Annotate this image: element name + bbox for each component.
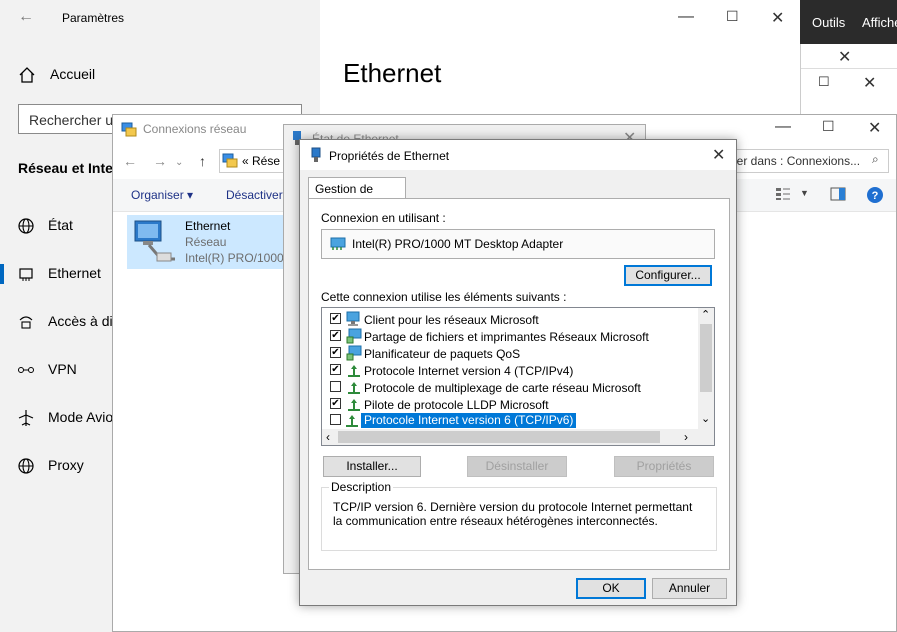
service-icon (346, 345, 362, 361)
description-title: Description (329, 480, 394, 494)
search-icon: ⌕ (872, 152, 879, 166)
settings-title: Paramètres (62, 11, 125, 25)
list-item[interactable]: ✔ Client pour les réseaux Microsoft (322, 311, 698, 328)
components-list[interactable]: ✔ Client pour les réseaux Microsoft ✔ Pa… (321, 307, 715, 446)
list-item[interactable]: Protocole de multiplexage de carte résea… (322, 379, 698, 396)
selection-indicator (0, 264, 4, 284)
protocol-icon (346, 396, 362, 412)
back-nav-icon[interactable]: ← (123, 153, 137, 169)
forward-nav-icon[interactable]: → (153, 153, 167, 169)
horizontal-scrollbar[interactable]: ‹ › (322, 429, 698, 445)
maximize-icon[interactable]: ☐ (822, 118, 835, 135)
minimize-icon[interactable]: — (678, 8, 694, 26)
menu-affichage[interactable]: Affiche (862, 15, 897, 30)
airplane-icon (17, 409, 35, 427)
protocol-icon (344, 412, 360, 428)
list-item[interactable]: ✔ Pilote de protocole LLDP Microsoft (322, 396, 698, 413)
checkbox[interactable]: ✔ (330, 364, 341, 375)
checkbox[interactable]: ✔ (330, 398, 341, 409)
chevron-up-icon[interactable]: ⌃ (701, 308, 710, 321)
globe-icon (17, 217, 35, 235)
close-icon[interactable]: ✕ (868, 118, 881, 138)
maximize-icon[interactable]: ☐ (726, 8, 739, 25)
properties-button[interactable]: Propriétés (614, 456, 714, 477)
adapter-field: Intel(R) PRO/1000 MT Desktop Adapter (321, 229, 715, 259)
checkbox[interactable] (330, 381, 341, 392)
chevron-left-icon[interactable]: ‹ (326, 430, 330, 444)
minimize-icon[interactable]: — (775, 118, 791, 136)
configure-button[interactable]: Configurer... (624, 265, 712, 286)
preview-pane-icon[interactable] (830, 187, 846, 201)
svg-text:?: ? (872, 190, 879, 202)
chevron-right-icon[interactable]: › (684, 430, 688, 444)
vertical-scrollbar[interactable]: ⌃ ⌄ (698, 308, 714, 429)
items-label: Cette connexion utilise les éléments sui… (321, 290, 567, 304)
section-title: Réseau et Inter (18, 160, 119, 176)
network-folder-icon (121, 121, 137, 137)
tab-networking[interactable]: Gestion de réseau (308, 177, 406, 210)
ethernet-properties-dialog: Propriétés de Ethernet ✕ Gestion de rése… (299, 139, 737, 606)
back-arrow-icon[interactable]: ← (18, 8, 34, 26)
close-icon[interactable]: ✕ (712, 145, 725, 165)
scroll-thumb[interactable] (338, 431, 660, 443)
menu-outils[interactable]: Outils (812, 15, 845, 30)
chevron-down-icon[interactable]: ⌄ (175, 157, 183, 168)
network-card-icon (329, 236, 347, 252)
chevron-down-icon[interactable]: ⌄ (701, 412, 710, 425)
checkbox[interactable]: ✔ (330, 330, 341, 341)
page-title: Ethernet (343, 58, 442, 88)
checkbox[interactable]: ✔ (330, 313, 341, 324)
connect-using-label: Connexion en utilisant : (321, 211, 446, 225)
protocol-icon (346, 362, 362, 378)
service-icon (346, 328, 362, 344)
scroll-thumb[interactable] (700, 324, 712, 392)
network-adapter-icon (131, 219, 179, 265)
ethernet-connection-item[interactable]: Ethernet Réseau Intel(R) PRO/1000 M (127, 215, 297, 269)
background-app-menubar: Outils Affiche (800, 0, 897, 44)
connection-name: Ethernet (185, 219, 231, 233)
home-link[interactable]: Accueil (50, 66, 95, 82)
ethernet-icon (17, 265, 35, 283)
help-icon[interactable]: ? (866, 186, 884, 204)
dialog-title: Propriétés de Ethernet (329, 149, 450, 163)
connection-type: Réseau (185, 235, 227, 249)
close-icon[interactable]: ✕ (863, 73, 876, 93)
checkbox[interactable]: ✔ (330, 347, 341, 358)
install-button[interactable]: Installer... (323, 456, 421, 477)
globe-icon (17, 457, 35, 475)
uninstall-button[interactable]: Désinstaller (467, 456, 567, 477)
ok-button[interactable]: OK (576, 578, 646, 599)
network-folder-icon (222, 152, 238, 168)
dialup-icon (17, 313, 35, 331)
list-item[interactable]: ✔ Partage de fichiers et imprimantes Rés… (322, 328, 698, 345)
organize-button[interactable]: Organiser ▾ (131, 188, 193, 202)
maximize-icon[interactable]: ☐ (818, 74, 830, 90)
chevron-down-icon[interactable]: ▼ (800, 188, 809, 198)
vpn-icon (17, 361, 35, 379)
description-text: TCP/IP version 6. Dernière version du pr… (333, 500, 693, 528)
protocol-icon (346, 379, 362, 395)
client-icon (346, 311, 362, 327)
disable-button[interactable]: Désactiver (226, 188, 283, 202)
list-item[interactable]: ✔ Planificateur de paquets QoS (322, 345, 698, 362)
view-options-icon[interactable] (775, 187, 791, 201)
scroll-corner (698, 429, 714, 445)
network-adapter-icon (309, 147, 323, 163)
list-item[interactable]: ✔ Protocole Internet version 4 (TCP/IPv4… (322, 362, 698, 379)
background-windows: ✕ ☐ ✕ (800, 44, 897, 114)
window-title: Connexions réseau (143, 122, 247, 136)
list-item-selected[interactable]: Protocole Internet version 6 (TCP/IPv6) (322, 412, 698, 429)
home-icon[interactable] (18, 66, 36, 84)
up-arrow-icon[interactable]: ↑ (199, 153, 206, 169)
close-icon[interactable]: ✕ (771, 8, 784, 28)
tab-panel: Connexion en utilisant : Intel(R) PRO/10… (308, 198, 730, 570)
cancel-button[interactable]: Annuler (652, 578, 727, 599)
checkbox[interactable] (330, 414, 341, 425)
close-icon[interactable]: ✕ (838, 47, 851, 67)
connection-adapter: Intel(R) PRO/1000 M (185, 251, 297, 265)
